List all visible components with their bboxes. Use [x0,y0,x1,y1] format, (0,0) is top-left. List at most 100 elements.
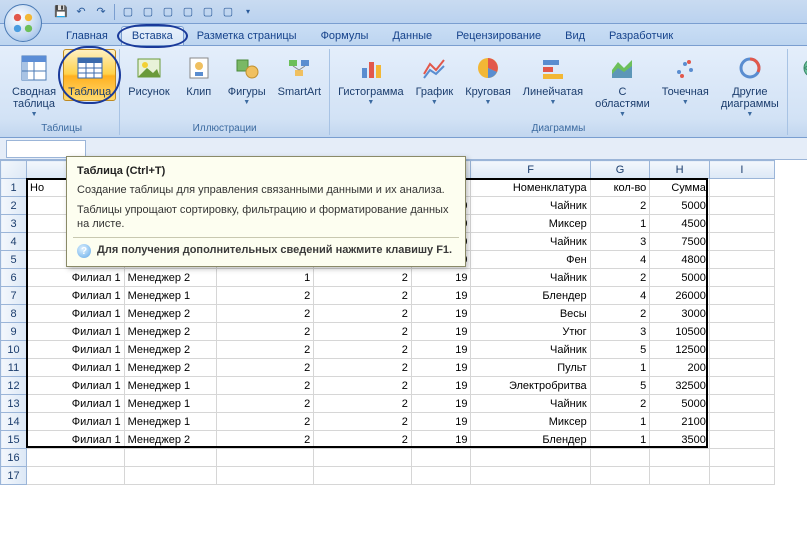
pivot-table-button[interactable]: Сводная таблица ▼ [7,49,61,121]
cell[interactable]: 1 [590,359,650,377]
column-header-F[interactable]: F [471,161,590,179]
cell[interactable]: Филиал 1 [27,359,125,377]
cell[interactable]: 2 [314,323,412,341]
cell[interactable]: Блендер [471,431,590,449]
cell[interactable]: Миксер [471,215,590,233]
cell[interactable]: 2100 [650,413,710,431]
cell[interactable]: Утюг [471,323,590,341]
cell[interactable]: 26000 [650,287,710,305]
border-icon[interactable]: ▢ [179,3,197,21]
cell[interactable]: 4500 [650,215,710,233]
cell[interactable]: 2 [314,287,412,305]
table-button[interactable]: Таблица [63,49,116,101]
cell[interactable]: 19 [411,359,471,377]
cell[interactable]: Миксер [471,413,590,431]
tab-formulas[interactable]: Формулы [310,26,380,45]
row-header-11[interactable]: 11 [1,359,27,377]
smartart-button[interactable]: SmartArt [273,49,326,101]
cell[interactable]: 5000 [650,395,710,413]
cell[interactable]: Менеджер 1 [124,395,216,413]
cell[interactable]: 7500 [650,233,710,251]
cell[interactable]: 5000 [650,197,710,215]
cell[interactable]: 4800 [650,251,710,269]
cell[interactable]: 2 [314,431,412,449]
cell[interactable]: 19 [411,431,471,449]
cell[interactable]: Филиал 1 [27,269,125,287]
cell[interactable]: Чайник [471,197,590,215]
cell[interactable] [590,449,650,467]
office-button[interactable] [4,4,42,42]
cell[interactable]: 19 [411,305,471,323]
row-header-1[interactable]: 1 [1,179,27,197]
cell[interactable] [216,449,314,467]
cell[interactable]: Чайник [471,233,590,251]
cell[interactable]: 5 [590,341,650,359]
cell[interactable]: 3500 [650,431,710,449]
row-header-4[interactable]: 4 [1,233,27,251]
cell[interactable]: 32500 [650,377,710,395]
cell[interactable]: Филиал 1 [27,341,125,359]
tab-view[interactable]: Вид [554,26,596,45]
cell[interactable]: Пульт [471,359,590,377]
cell[interactable] [709,449,774,467]
line-chart-button[interactable]: График ▼ [411,49,459,109]
cell[interactable]: 2 [314,269,412,287]
pie-chart-button[interactable]: Круговая ▼ [460,49,516,109]
border-icon[interactable]: ▢ [199,3,217,21]
column-header-H[interactable]: H [650,161,710,179]
cell[interactable]: 19 [411,377,471,395]
cell[interactable]: 2 [216,413,314,431]
cell[interactable] [314,449,412,467]
cell[interactable]: 2 [590,395,650,413]
shapes-button[interactable]: Фигуры ▼ [223,49,271,109]
cell[interactable]: Менеджер 2 [124,341,216,359]
picture-button[interactable]: Рисунок [123,49,175,101]
clip-button[interactable]: Клип [177,49,221,101]
cell[interactable]: 2 [216,359,314,377]
row-header-2[interactable]: 2 [1,197,27,215]
row-header-15[interactable]: 15 [1,431,27,449]
row-header-16[interactable]: 16 [1,449,27,467]
cell[interactable]: 4 [590,251,650,269]
border-icon[interactable]: ▢ [159,3,177,21]
column-header-G[interactable]: G [590,161,650,179]
cell[interactable]: кол-во [590,179,650,197]
cell[interactable]: Менеджер 1 [124,377,216,395]
cell[interactable]: Электробритва [471,377,590,395]
row-header-6[interactable]: 6 [1,269,27,287]
cell[interactable] [411,449,471,467]
cell[interactable]: Менеджер 2 [124,431,216,449]
cell[interactable]: Чайник [471,341,590,359]
save-icon[interactable]: 💾 [52,3,70,21]
tab-insert[interactable]: Вставка [121,26,184,45]
cell[interactable]: Чайник [471,395,590,413]
cell[interactable]: 1 [216,269,314,287]
cell[interactable]: 3000 [650,305,710,323]
cell[interactable]: 2 [314,413,412,431]
cell[interactable]: 1 [590,413,650,431]
row-header-3[interactable]: 3 [1,215,27,233]
qat-more-icon[interactable]: ▾ [239,3,257,21]
name-box[interactable] [6,140,86,158]
cell[interactable]: Филиал 1 [27,305,125,323]
cell[interactable]: 2 [314,305,412,323]
tab-review[interactable]: Рецензирование [445,26,552,45]
cell[interactable]: Филиал 1 [27,431,125,449]
row-header-8[interactable]: 8 [1,305,27,323]
cell[interactable]: 2 [314,377,412,395]
cell[interactable]: 1 [590,431,650,449]
cell[interactable] [27,467,125,485]
row-header-5[interactable]: 5 [1,251,27,269]
cell[interactable]: 2 [590,269,650,287]
cell[interactable]: Блендер [471,287,590,305]
cell[interactable] [411,467,471,485]
row-header-13[interactable]: 13 [1,395,27,413]
cell[interactable] [650,467,710,485]
cell[interactable] [650,449,710,467]
cell[interactable] [590,467,650,485]
border-icon[interactable]: ▢ [119,3,137,21]
row-header-10[interactable]: 10 [1,341,27,359]
cell[interactable]: 2 [216,431,314,449]
cell[interactable]: Менеджер 2 [124,305,216,323]
cell[interactable]: Менеджер 2 [124,359,216,377]
